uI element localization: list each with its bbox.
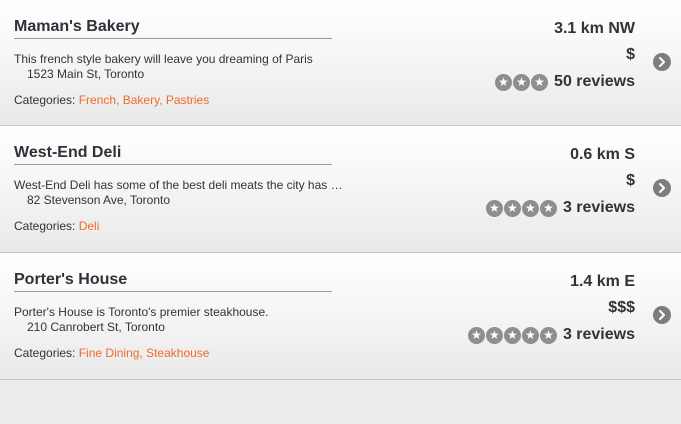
categories-links[interactable]: Fine Dining, Steakhouse bbox=[79, 346, 210, 360]
listing-name[interactable]: Porter's House bbox=[14, 271, 332, 292]
listing-description: West-End Deli has some of the best deli … bbox=[14, 178, 344, 192]
categories-links[interactable]: French, Bakery, Pastries bbox=[79, 93, 210, 107]
listing-categories: Categories: French, Bakery, Pastries bbox=[14, 93, 209, 107]
categories-label: Categories: bbox=[14, 346, 76, 360]
listing-price: $ bbox=[626, 46, 635, 63]
categories-label: Categories: bbox=[14, 219, 76, 233]
star-icon: ★ bbox=[495, 73, 513, 91]
listing-address: 1523 Main St, Toronto bbox=[27, 67, 145, 81]
listing-rating: ★ ★ ★ ★ 3 reviews bbox=[485, 199, 635, 217]
chevron-right-icon[interactable] bbox=[653, 53, 671, 71]
chevron-right-icon[interactable] bbox=[653, 306, 671, 324]
star-rating: ★ ★ ★ ★ ★ bbox=[467, 326, 558, 344]
listing-card[interactable]: Maman's Bakery This french style bakery … bbox=[0, 0, 681, 126]
listing-distance: 0.6 km S bbox=[570, 146, 635, 163]
listing-description: This french style bakery will leave you … bbox=[14, 52, 313, 66]
listing-name[interactable]: Maman's Bakery bbox=[14, 18, 332, 39]
listing-rating: ★ ★ ★ 50 reviews bbox=[495, 73, 635, 91]
listing-price: $ bbox=[626, 172, 635, 189]
star-icon: ★ bbox=[539, 199, 557, 217]
listing-rating: ★ ★ ★ ★ ★ 3 reviews bbox=[467, 326, 635, 344]
listing-distance: 1.4 km E bbox=[570, 273, 635, 290]
star-icon: ★ bbox=[521, 199, 539, 217]
star-icon: ★ bbox=[513, 73, 531, 91]
listing-categories: Categories: Fine Dining, Steakhouse bbox=[14, 346, 209, 360]
categories-links[interactable]: Deli bbox=[79, 219, 100, 233]
listing-categories: Categories: Deli bbox=[14, 219, 99, 233]
star-icon: ★ bbox=[485, 199, 503, 217]
chevron-right-icon[interactable] bbox=[653, 179, 671, 197]
star-icon: ★ bbox=[539, 326, 557, 344]
listing-address: 82 Stevenson Ave, Toronto bbox=[27, 193, 170, 207]
star-icon: ★ bbox=[503, 326, 521, 344]
star-rating: ★ ★ ★ bbox=[495, 73, 549, 91]
star-icon: ★ bbox=[521, 326, 539, 344]
listing-card[interactable]: West-End Deli West-End Deli has some of … bbox=[0, 126, 681, 253]
star-icon: ★ bbox=[485, 326, 503, 344]
listing-distance: 3.1 km NW bbox=[554, 20, 635, 37]
listing-price: $$$ bbox=[608, 299, 635, 316]
listing-description: Porter's House is Toronto's premier stea… bbox=[14, 305, 269, 319]
categories-label: Categories: bbox=[14, 93, 76, 107]
review-count[interactable]: 3 reviews bbox=[563, 199, 635, 217]
star-icon: ★ bbox=[503, 199, 521, 217]
star-icon: ★ bbox=[531, 73, 549, 91]
review-count[interactable]: 3 reviews bbox=[563, 326, 635, 344]
review-count[interactable]: 50 reviews bbox=[554, 73, 635, 91]
listing-name[interactable]: West-End Deli bbox=[14, 144, 332, 165]
star-icon: ★ bbox=[467, 326, 485, 344]
star-rating: ★ ★ ★ ★ bbox=[485, 199, 558, 217]
listing-address: 210 Canrobert St, Toronto bbox=[27, 320, 165, 334]
restaurant-list: Maman's Bakery This french style bakery … bbox=[0, 0, 681, 380]
listing-card[interactable]: Porter's House Porter's House is Toronto… bbox=[0, 253, 681, 380]
